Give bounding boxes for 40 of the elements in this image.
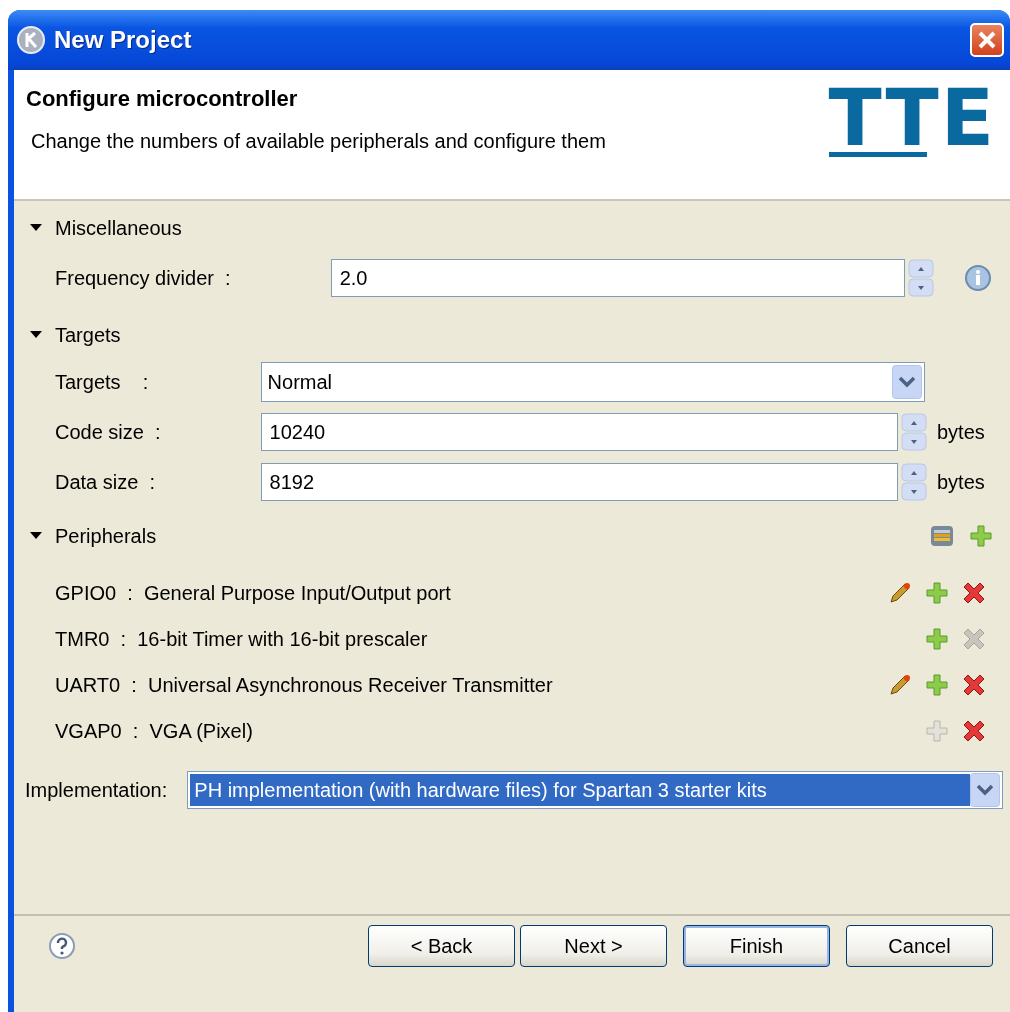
peripheral-label: TMR0 : 16-bit Timer with 16-bit prescaler (55, 627, 429, 651)
help-icon (48, 932, 76, 960)
dialog-button[interactable]: Cancel (846, 925, 993, 967)
peripheral-label: VGAP0 : VGA (Pixel) (55, 719, 254, 743)
page-title: Configure microcontroller (26, 86, 299, 112)
remove-icon[interactable] (962, 674, 985, 696)
spinner-button[interactable] (908, 259, 934, 297)
dialog-button[interactable]: < Back (368, 925, 515, 967)
peripheral-label: GPIO0 : General Purpose Input/Output port (55, 581, 452, 605)
implementation-label: Implementation: (25, 778, 168, 802)
window-title: New Project (54, 26, 193, 54)
pencil-icon[interactable] (887, 581, 912, 605)
field-label: Code size : (55, 419, 162, 445)
section-title: Peripherals (55, 524, 158, 548)
close-icon (976, 29, 998, 51)
unit-label: bytes (937, 420, 986, 444)
company-logo: TTE (828, 86, 996, 165)
remove-icon[interactable] (962, 582, 985, 604)
remove-icon[interactable] (962, 720, 985, 742)
app-icon (16, 25, 46, 55)
close-button[interactable] (970, 23, 1004, 57)
page-description: Change the numbers of available peripherals and configure them (31, 130, 607, 153)
number-field[interactable]: 2.0 (330, 259, 905, 297)
spinner-button[interactable] (901, 463, 927, 501)
implementation-dropdown[interactable]: PH implementation (with hardware files) for Spartan 3 starter kits (187, 771, 1003, 809)
number-field[interactable]: 10240 (260, 413, 898, 451)
dropdown[interactable]: Normal (260, 362, 925, 402)
unit-label: bytes (937, 470, 986, 494)
dialog-button[interactable]: Finish (683, 925, 830, 967)
dialog-button[interactable]: Next > (520, 925, 667, 967)
list-icon[interactable] (930, 525, 954, 547)
spinner-button[interactable] (901, 413, 927, 451)
field-label: Data size : (55, 469, 157, 495)
peripheral-label: UART0 : Universal Asynchronous Receiver Transmitter (55, 673, 554, 697)
field-label: Frequency divider : (55, 265, 232, 291)
section-title: Targets (55, 323, 122, 347)
section-title: Miscellaneous (55, 216, 183, 240)
field-label: Targets : (55, 369, 150, 395)
pencil-icon[interactable] (887, 673, 912, 697)
number-field[interactable]: 8192 (260, 463, 898, 501)
